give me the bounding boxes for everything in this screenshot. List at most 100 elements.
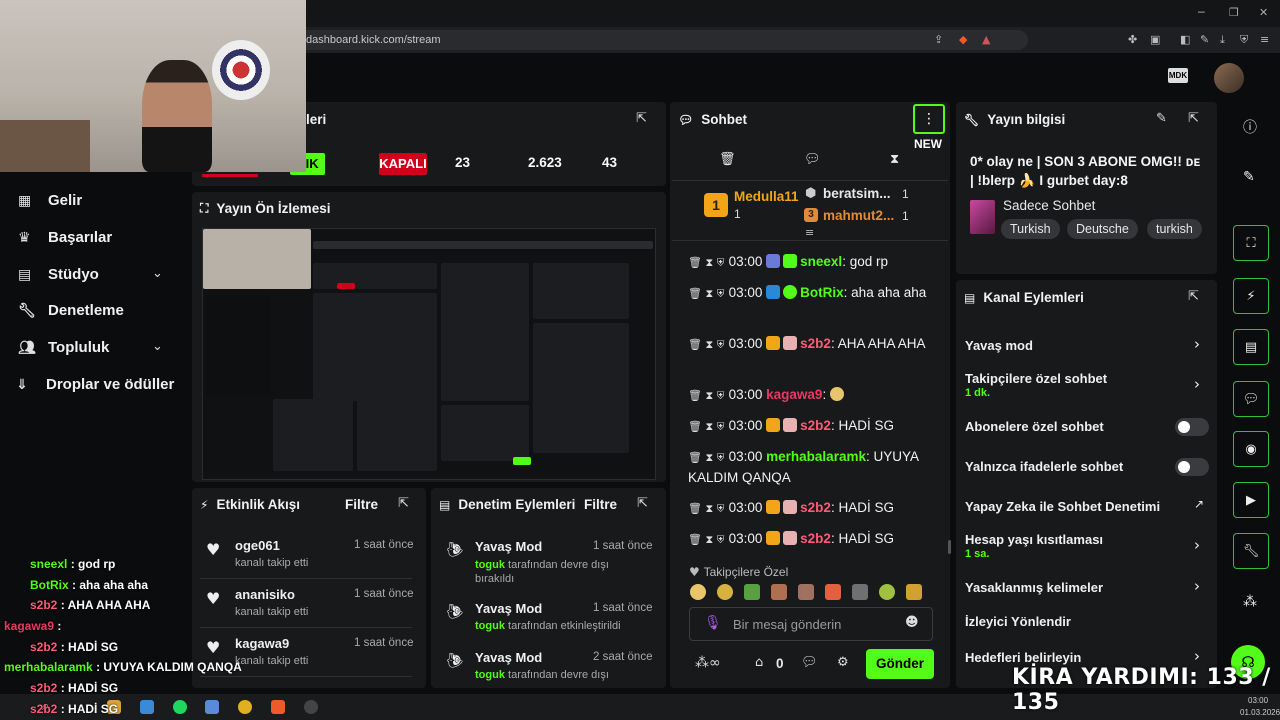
sidebar-preview-button[interactable]: ⛶ xyxy=(1233,225,1269,261)
brave-shield-icon[interactable]: ◆ xyxy=(959,33,967,46)
nav-item-studyo[interactable]: ▤ Stüdyo xyxy=(18,266,99,283)
chat-message[interactable]: 🗑︎ ⧗ ⛨ 03:00 s2b2: HADİ SG xyxy=(688,529,938,550)
message-tools-icon[interactable]: 🗑︎ ⧗ ⛨ xyxy=(688,256,725,269)
emote-icon[interactable] xyxy=(717,584,733,600)
brave-icon[interactable] xyxy=(271,700,285,714)
tag[interactable]: Turkish xyxy=(1001,219,1060,239)
chrome-icon[interactable] xyxy=(238,700,252,714)
nav-item-droplar[interactable]: ⇓ Droplar ve ödüller xyxy=(16,376,174,393)
trash-icon[interactable]: 🗑︎ xyxy=(719,152,736,167)
message-tools-icon[interactable]: 🗑︎ ⧗ ⛨ xyxy=(688,533,725,546)
kick-points-icon[interactable]: ⁂∞ xyxy=(695,655,721,671)
chevron-right-icon[interactable]: › xyxy=(1194,335,1200,353)
action-emote-only[interactable]: Yalnızca ifadelerle sohbet xyxy=(965,459,1123,474)
moderator-name[interactable]: toguk xyxy=(475,620,505,632)
chat-username[interactable]: merhabalaramk xyxy=(766,449,866,464)
rewards-icon[interactable]: ▲ xyxy=(982,33,990,46)
chat-bubble-icon[interactable]: 💬︎ xyxy=(804,152,821,167)
store-icon[interactable]: ⌂ xyxy=(755,655,763,670)
emote-icon[interactable] xyxy=(825,584,841,600)
share-icon[interactable]: ⇪ xyxy=(934,33,943,46)
chat-username[interactable]: BotRix xyxy=(800,285,844,300)
avatar[interactable] xyxy=(1214,63,1244,93)
moderator-name[interactable]: toguk xyxy=(475,559,505,571)
emoji-icon[interactable]: ☻ xyxy=(905,615,919,630)
nav-item-basarilar[interactable]: ♛ Başarılar xyxy=(18,229,112,246)
activity-filter-button[interactable]: Filtre xyxy=(345,497,378,512)
nav-item-topluluk[interactable]: 👥︎ Topluluk xyxy=(18,339,109,356)
category-name[interactable]: Sadece Sohbet xyxy=(1003,198,1095,213)
edit-icon[interactable]: ✎ xyxy=(1156,111,1167,126)
message-tools-icon[interactable]: 🗑︎ ⧗ ⛨ xyxy=(688,502,725,515)
info-icon[interactable]: ⓘ xyxy=(1243,117,1257,137)
message-tools-icon[interactable]: 🗑︎ ⧗ ⛨ xyxy=(688,338,725,351)
popout-icon[interactable]: ⇱ xyxy=(1188,111,1199,126)
action-account-age[interactable]: Hesap yaşı kısıtlaması xyxy=(965,532,1103,547)
stream-preview[interactable] xyxy=(202,228,656,480)
chat-message[interactable]: 🗑︎ ⧗ ⛨ 03:00 sneexl: god rp xyxy=(688,252,938,273)
top-gifter-name[interactable]: Medulla11 xyxy=(734,189,799,204)
chat-bubble-icon[interactable]: 💬︎ xyxy=(801,655,818,670)
extensions-icon[interactable]: ✤ xyxy=(1128,33,1137,46)
emote-bar[interactable] xyxy=(690,584,932,602)
chat-username[interactable]: s2b2 xyxy=(800,336,831,351)
wallet-icon[interactable]: ▣ xyxy=(1150,33,1160,46)
top-gifter-name[interactable]: beratsim... xyxy=(823,186,891,201)
chat-username[interactable]: sneexl xyxy=(800,254,842,269)
subs-only-toggle[interactable] xyxy=(1175,418,1209,436)
popout-icon[interactable]: ⇱ xyxy=(636,111,647,126)
chat-message[interactable]: 🗑︎ ⧗ ⛨ 03:00 kagawa9: xyxy=(688,385,938,406)
action-slow-mode[interactable]: Yavaş mod xyxy=(965,338,1033,353)
microphone-icon[interactable]: 🎙︎ xyxy=(704,615,722,631)
chat-scrollbar[interactable] xyxy=(948,540,951,554)
brand-logo[interactable]: MDK xyxy=(1168,68,1188,83)
tag[interactable]: turkish xyxy=(1147,219,1202,239)
chevron-down-icon[interactable]: ⌄ xyxy=(152,339,163,354)
popout-icon[interactable]: ⇱ xyxy=(1188,289,1199,304)
chat-message[interactable]: 🗑︎ ⧗ ⛨ 03:00 BotRix: aha aha aha xyxy=(688,283,938,304)
chat-username[interactable]: s2b2 xyxy=(800,531,831,546)
minimize-icon[interactable]: ─ xyxy=(1198,6,1205,19)
sidebar-broadcast-button[interactable]: ◉ xyxy=(1233,431,1269,467)
message-tools-icon[interactable]: 🗑︎ ⧗ ⛨ xyxy=(688,451,725,464)
sidebar-moderation-button[interactable]: ▤ xyxy=(1233,329,1269,365)
action-set-goals[interactable]: Hedefleri belirleyin xyxy=(965,650,1081,665)
chevron-right-icon[interactable]: › xyxy=(1194,647,1200,665)
emote-icon[interactable] xyxy=(690,584,706,600)
emote-icon[interactable] xyxy=(906,584,922,600)
chat-message[interactable]: 🗑︎ ⧗ ⛨ 03:00 merhabalaramk: UYUYA KALDIM … xyxy=(688,447,938,488)
app-icon[interactable] xyxy=(140,700,154,714)
gear-icon[interactable]: ⚙ xyxy=(837,655,849,670)
action-banned-words[interactable]: Yasaklanmış kelimeler xyxy=(965,580,1103,595)
leo-icon[interactable]: ✎ xyxy=(1200,33,1209,46)
vpn-icon[interactable]: ⛨ xyxy=(1240,33,1248,47)
nav-item-denetleme[interactable]: 🔧︎ Denetleme xyxy=(18,302,124,319)
emote-icon[interactable] xyxy=(879,584,895,600)
chevron-right-icon[interactable]: › xyxy=(1194,375,1200,393)
category-thumbnail[interactable] xyxy=(970,200,995,234)
download-icon[interactable]: ⤓ xyxy=(1220,33,1225,47)
send-button[interactable]: Gönder xyxy=(866,649,934,679)
sidebar-activity-button[interactable]: ⚡︎ xyxy=(1233,278,1269,314)
activity-item-name[interactable]: oge061 xyxy=(235,538,280,553)
calculator-icon[interactable] xyxy=(205,700,219,714)
action-ai-moderation[interactable]: Yapay Zeka ile Sohbet Denetimi xyxy=(965,499,1160,514)
chat-username[interactable]: s2b2 xyxy=(800,418,831,433)
top-gifter-name[interactable]: mahmut2... xyxy=(823,208,894,223)
emote-icon[interactable] xyxy=(771,584,787,600)
chat-message[interactable]: 🗑︎ ⧗ ⛨ 03:00 s2b2: HADİ SG xyxy=(688,416,938,437)
message-tools-icon[interactable]: 🗑︎ ⧗ ⛨ xyxy=(688,389,725,402)
spotify-icon[interactable] xyxy=(173,700,187,714)
emote-icon[interactable] xyxy=(852,584,868,600)
emote-icon[interactable] xyxy=(744,584,760,600)
external-link-icon[interactable]: ↗ xyxy=(1194,497,1204,511)
action-redirect-viewers[interactable]: İzleyici Yönlendir xyxy=(965,614,1071,629)
chevron-down-icon[interactable]: ⌄ xyxy=(152,266,163,281)
sidebar-toggle-icon[interactable]: ◧ xyxy=(1180,33,1190,46)
activity-item-name[interactable]: ananisiko xyxy=(235,587,295,602)
chat-message[interactable]: 🗑︎ ⧗ ⛨ 03:00 s2b2: HADİ SG xyxy=(688,498,938,519)
obs-icon[interactable] xyxy=(304,700,318,714)
chevron-right-icon[interactable]: › xyxy=(1194,577,1200,595)
chat-menu-button[interactable]: ⋮ xyxy=(913,104,945,134)
activity-item-name[interactable]: kagawa9 xyxy=(235,636,289,651)
